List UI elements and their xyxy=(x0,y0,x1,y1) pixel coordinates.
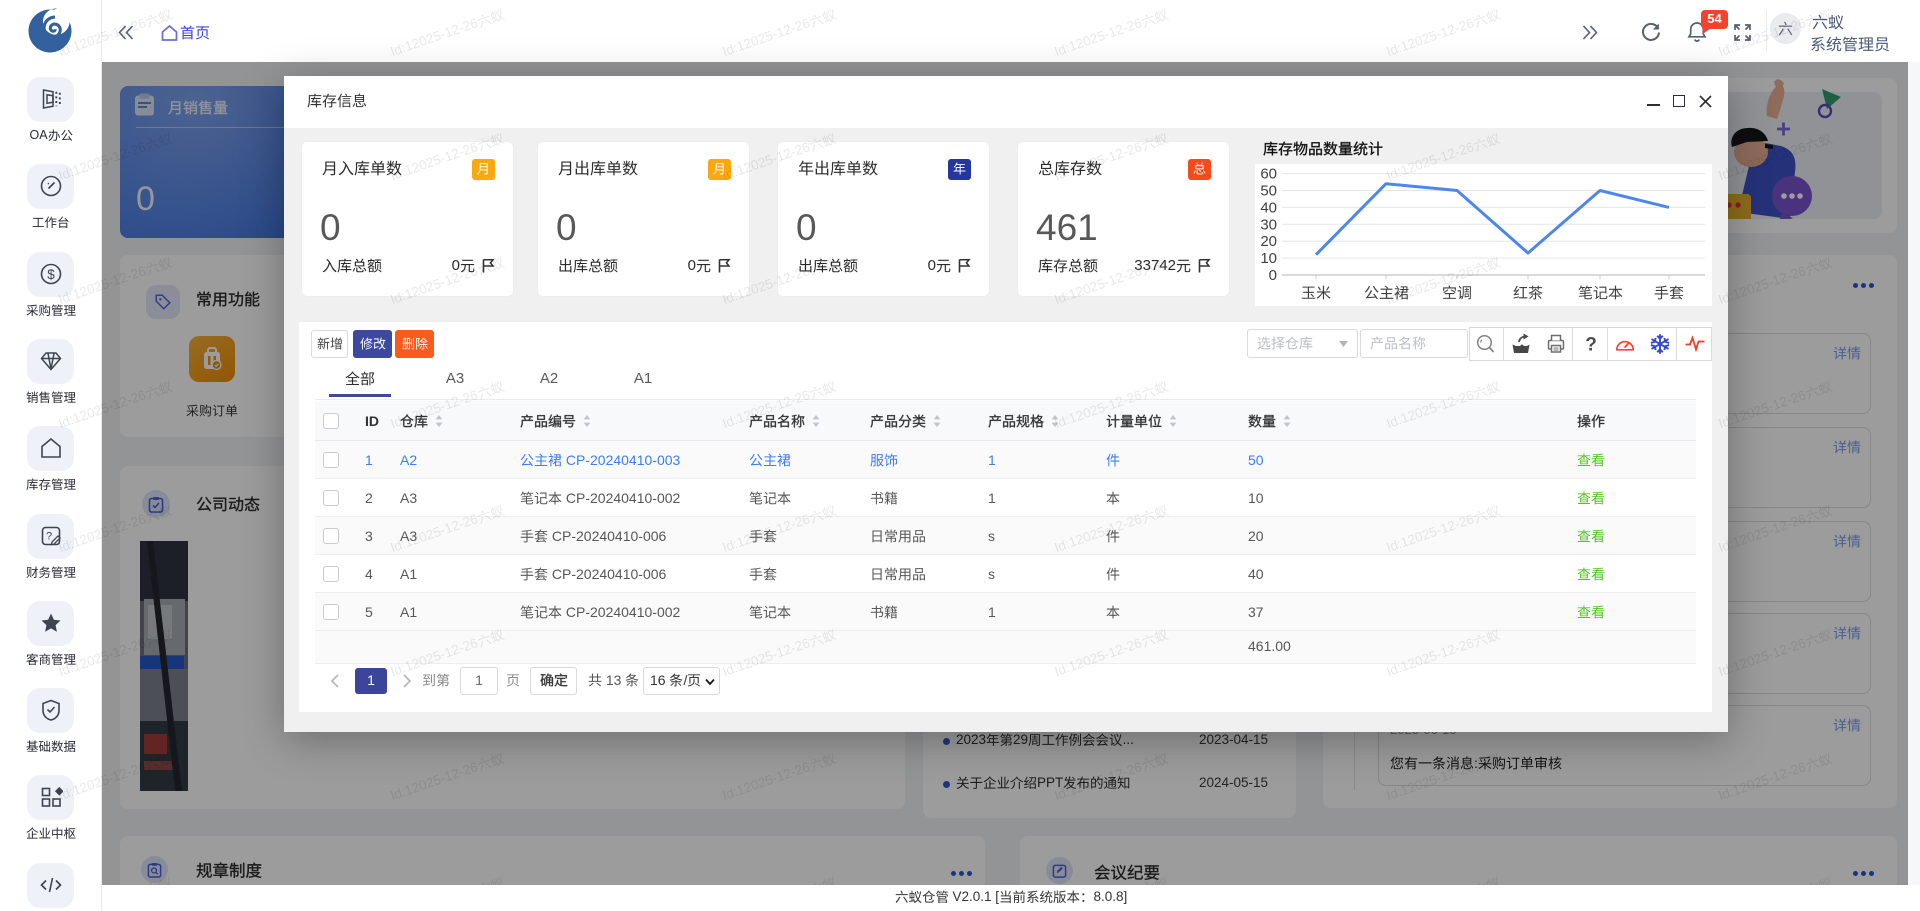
svg-text:40: 40 xyxy=(1260,199,1277,216)
svg-text:60: 60 xyxy=(1260,166,1277,183)
svg-text:?: ? xyxy=(46,531,52,543)
svg-text:0: 0 xyxy=(1269,267,1277,284)
svg-text:10: 10 xyxy=(1260,250,1277,267)
svg-text:50: 50 xyxy=(1260,183,1277,200)
svg-text:?: ? xyxy=(1585,335,1597,356)
svg-text:20: 20 xyxy=(1260,233,1277,250)
svg-text:$: $ xyxy=(47,267,55,282)
svg-text:30: 30 xyxy=(1260,216,1277,233)
